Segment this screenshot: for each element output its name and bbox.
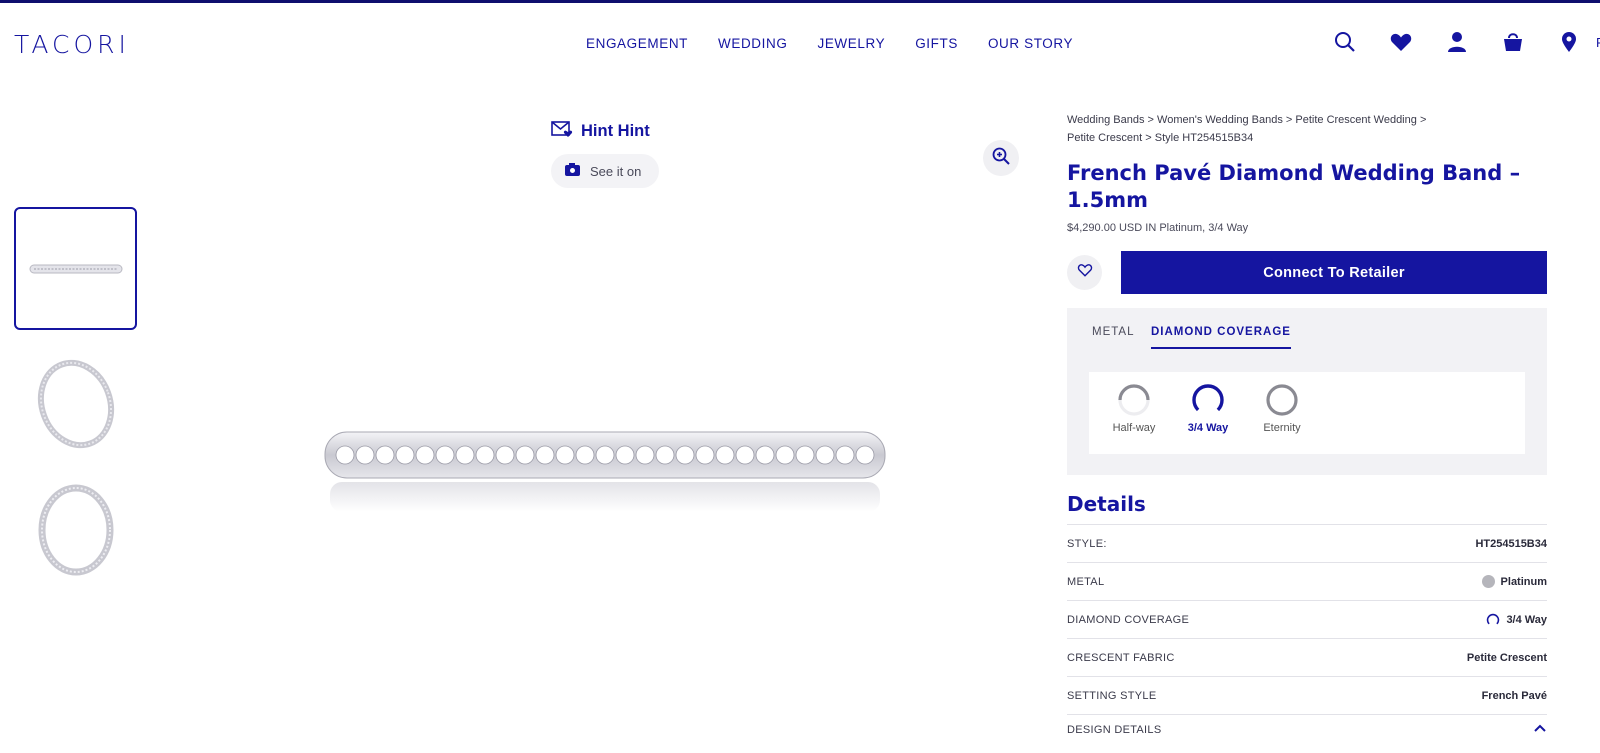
half-way-coverage-icon bbox=[1118, 384, 1150, 416]
tab-metal[interactable]: METAL bbox=[1092, 326, 1135, 338]
detail-row-diamond-coverage: DIAMOND COVERAGE 3/4 Way bbox=[1067, 600, 1547, 638]
detail-value: 3/4 Way bbox=[1506, 613, 1547, 626]
detail-label: METAL bbox=[1067, 575, 1105, 588]
location-label[interactable]: F bbox=[1596, 35, 1600, 50]
purchase-actions: Connect To Retailer bbox=[1067, 251, 1547, 295]
coverage-option-three-quarter[interactable]: 3/4 Way bbox=[1178, 382, 1238, 434]
main-nav: ENGAGEMENT WEDDING JEWELRY GIFTS OUR STO… bbox=[586, 36, 1073, 51]
coverage-options: Half-way 3/4 Way Eternity bbox=[1089, 372, 1525, 454]
detail-row-metal: METAL Platinum bbox=[1067, 562, 1547, 600]
detail-value: HT254515B34 bbox=[1475, 537, 1547, 550]
thumbnail-front-view[interactable] bbox=[14, 468, 137, 591]
hint-hint-label: Hint Hint bbox=[581, 122, 650, 140]
detail-label: DESIGN DETAILS bbox=[1067, 723, 1162, 736]
zoom-button[interactable] bbox=[983, 140, 1019, 176]
nav-wedding[interactable]: WEDDING bbox=[718, 36, 787, 51]
detail-value-wrap: 3/4 Way bbox=[1486, 613, 1547, 627]
detail-label: CRESCENT FABRIC bbox=[1067, 651, 1175, 664]
details-heading: Details bbox=[1067, 492, 1146, 516]
heart-outline-icon bbox=[1077, 263, 1093, 282]
chevron-up-icon[interactable] bbox=[1533, 723, 1547, 736]
zoom-in-icon bbox=[992, 147, 1010, 170]
see-it-on-label: See it on bbox=[590, 163, 642, 179]
bag-icon[interactable] bbox=[1501, 30, 1527, 56]
detail-label: DIAMOND COVERAGE bbox=[1067, 613, 1190, 626]
coverage-label: Eternity bbox=[1263, 422, 1301, 434]
header-icons bbox=[1333, 30, 1600, 56]
product-main-image bbox=[320, 420, 890, 530]
detail-row-crescent-fabric: CRESCENT FABRIC Petite Crescent bbox=[1067, 638, 1547, 676]
nav-our-story[interactable]: OUR STORY bbox=[988, 36, 1073, 51]
coverage-option-half-way[interactable]: Half-way bbox=[1104, 382, 1164, 434]
thumbnail-angle-view[interactable] bbox=[14, 342, 137, 465]
nav-engagement[interactable]: ENGAGEMENT bbox=[586, 36, 688, 51]
location-icon[interactable] bbox=[1557, 30, 1583, 56]
options-panel: METAL DIAMOND COVERAGE Half-way 3/4 Way … bbox=[1067, 308, 1547, 475]
detail-row-design-details[interactable]: DESIGN DETAILS bbox=[1067, 714, 1547, 744]
detail-label: STYLE: bbox=[1067, 537, 1107, 550]
detail-value: Petite Crescent bbox=[1466, 651, 1547, 664]
search-icon[interactable] bbox=[1333, 30, 1359, 56]
eternity-coverage-icon bbox=[1266, 384, 1298, 416]
detail-label: SETTING STYLE bbox=[1067, 689, 1157, 702]
detail-value: French Pavé bbox=[1481, 689, 1547, 702]
product-actions-area: Connect To Retailer METAL DIAMOND COVERA… bbox=[1067, 112, 1547, 752]
detail-row-setting-style: SETTING STYLE French Pavé bbox=[1067, 676, 1547, 714]
camera-icon bbox=[565, 163, 580, 179]
top-accent-bar bbox=[0, 0, 1600, 3]
thumbnail-side-view[interactable] bbox=[14, 207, 137, 330]
nav-jewelry[interactable]: JEWELRY bbox=[817, 36, 885, 51]
connect-to-retailer-button[interactable]: Connect To Retailer bbox=[1121, 251, 1547, 294]
coverage-label: Half-way bbox=[1112, 422, 1156, 434]
favorite-button[interactable] bbox=[1067, 255, 1102, 290]
nav-gifts[interactable]: GIFTS bbox=[915, 36, 958, 51]
heart-icon[interactable] bbox=[1389, 30, 1415, 56]
tab-diamond-coverage[interactable]: DIAMOND COVERAGE bbox=[1151, 326, 1291, 349]
detail-row-style: STYLE: HT254515B34 bbox=[1067, 524, 1547, 562]
three-quarter-coverage-icon bbox=[1192, 384, 1224, 412]
coverage-label: 3/4 Way bbox=[1187, 422, 1229, 434]
detail-value-wrap: Platinum bbox=[1481, 575, 1547, 588]
platinum-swatch-icon bbox=[1481, 575, 1495, 588]
see-it-on-button[interactable]: See it on bbox=[551, 154, 659, 188]
user-icon[interactable] bbox=[1445, 30, 1471, 56]
hint-hint-button[interactable]: Hint Hint bbox=[551, 120, 650, 143]
three-quarter-coverage-icon bbox=[1487, 613, 1500, 624]
coverage-option-eternity[interactable]: Eternity bbox=[1252, 382, 1312, 434]
tacori-logo[interactable]: TACORI bbox=[14, 30, 130, 59]
detail-value: Platinum bbox=[1500, 575, 1547, 588]
envelope-heart-icon bbox=[551, 120, 573, 143]
